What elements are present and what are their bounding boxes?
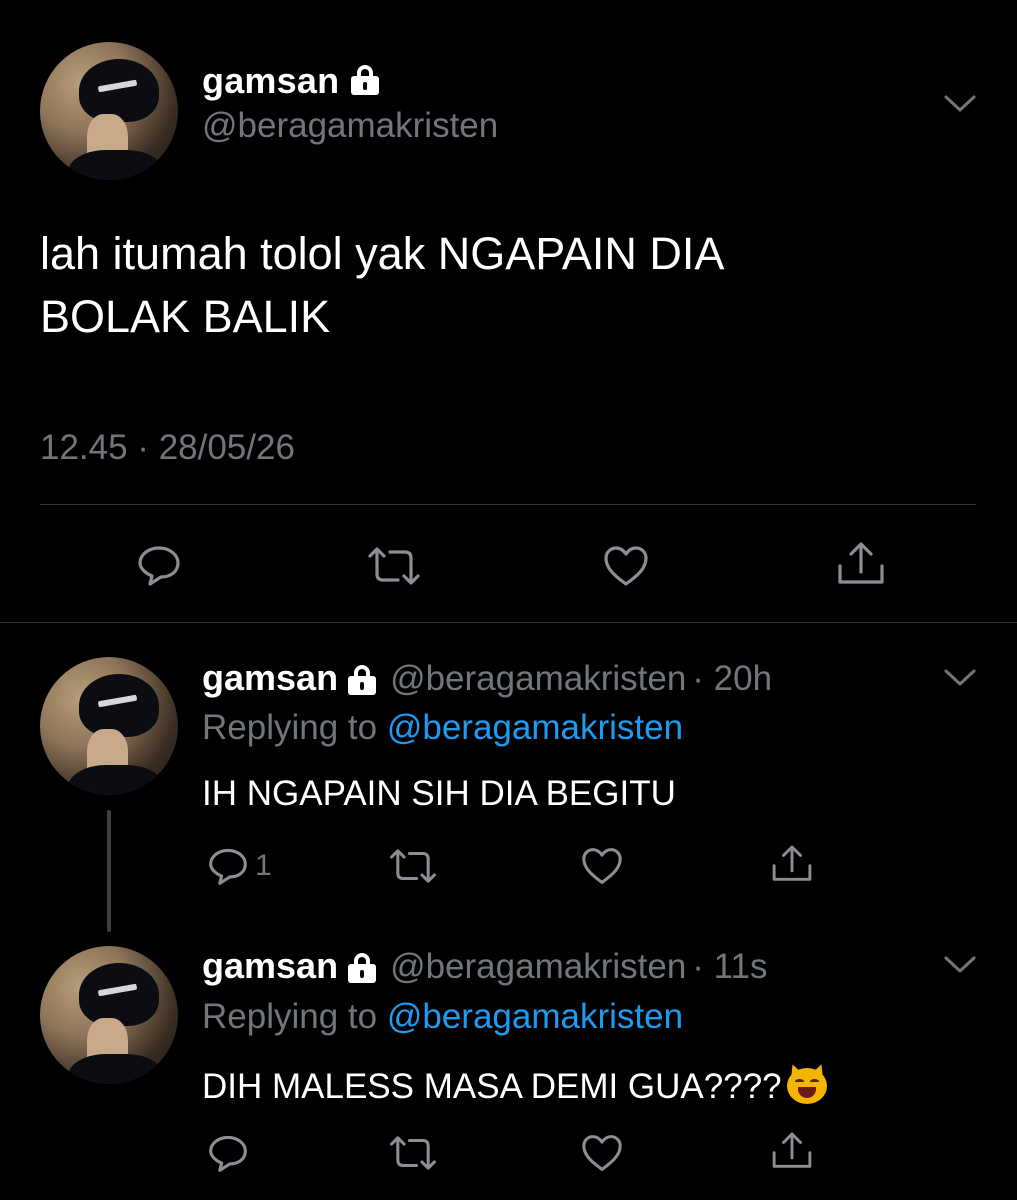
replying-to: Replying to @beragamakristen	[202, 997, 683, 1037]
lock-icon	[349, 63, 381, 95]
share-icon	[838, 542, 884, 584]
reply-icon	[209, 1135, 247, 1172]
replying-to-link[interactable]: @beragamakristen	[387, 708, 683, 747]
reply-time[interactable]: · 11s	[692, 947, 767, 986]
display-name[interactable]: gamsan	[202, 945, 338, 986]
tweet-timestamp[interactable]: 12.45 · 28/05/26	[40, 428, 295, 468]
chevron-down-icon[interactable]	[943, 94, 977, 114]
reply-button[interactable]	[207, 1132, 249, 1174]
reply-icon	[209, 848, 247, 885]
avatar[interactable]	[40, 42, 178, 180]
thread-connector	[107, 810, 111, 932]
replying-to: Replying to @beragamakristen	[202, 708, 683, 748]
tweet-text-line-1: lah itumah tolol yak NGAPAIN DIA	[40, 228, 725, 279]
lock-icon	[346, 951, 377, 983]
like-button[interactable]	[602, 544, 650, 588]
share-button[interactable]	[769, 842, 815, 886]
author-handle[interactable]: @beragamakristen	[390, 659, 686, 698]
reply-button[interactable]: 1	[207, 845, 272, 887]
reply-text: DIH MALESS MASA DEMI GUA????	[202, 1062, 828, 1107]
retweet-button[interactable]	[388, 1133, 438, 1173]
author-name[interactable]: gamsan	[202, 60, 381, 102]
retweet-icon	[390, 1136, 436, 1170]
retweet-icon	[368, 547, 420, 585]
divider	[40, 504, 976, 505]
reply-icon	[138, 546, 180, 586]
chevron-down-icon[interactable]	[943, 668, 977, 688]
divider	[0, 622, 1017, 623]
reply-time[interactable]: · 20h	[692, 659, 772, 698]
lock-icon	[346, 663, 377, 695]
author-handle[interactable]: @beragamakristen	[390, 947, 686, 986]
author-handle[interactable]: @beragamakristen	[202, 106, 498, 146]
reply-button[interactable]	[136, 542, 182, 588]
reply-count: 1	[255, 849, 272, 882]
display-name[interactable]: gamsan	[202, 657, 338, 698]
like-icon	[582, 848, 622, 884]
retweet-button[interactable]	[388, 846, 438, 886]
retweet-button[interactable]	[366, 544, 422, 588]
like-button[interactable]	[580, 846, 624, 886]
like-icon	[604, 546, 648, 586]
reply-text: IH NGAPAIN SIH DIA BEGITU	[202, 774, 676, 813]
tweet-text-line-2: BOLAK BALIK	[40, 291, 331, 342]
avatar[interactable]	[40, 657, 178, 795]
replying-to-link[interactable]: @beragamakristen	[387, 997, 683, 1036]
replying-prefix: Replying to	[202, 708, 378, 747]
share-icon	[772, 845, 812, 881]
like-icon	[582, 1135, 622, 1171]
like-button[interactable]	[580, 1133, 624, 1173]
share-icon	[772, 1132, 812, 1168]
grinning-cat-icon	[785, 1062, 828, 1106]
tweet-text: lah itumah tolol yak NGAPAIN DIA BOLAK B…	[40, 222, 940, 348]
share-button[interactable]	[834, 540, 888, 588]
replying-prefix: Replying to	[202, 997, 378, 1036]
chevron-down-icon[interactable]	[943, 955, 977, 975]
share-button[interactable]	[769, 1129, 815, 1173]
reply-text-content: DIH MALESS MASA DEMI GUA????	[202, 1067, 782, 1106]
reply-header: gamsan @beragamakristen · 20h	[202, 657, 772, 699]
avatar[interactable]	[40, 946, 178, 1084]
retweet-icon	[390, 849, 436, 883]
display-name[interactable]: gamsan	[202, 60, 339, 101]
reply-header: gamsan @beragamakristen · 11s	[202, 945, 768, 987]
